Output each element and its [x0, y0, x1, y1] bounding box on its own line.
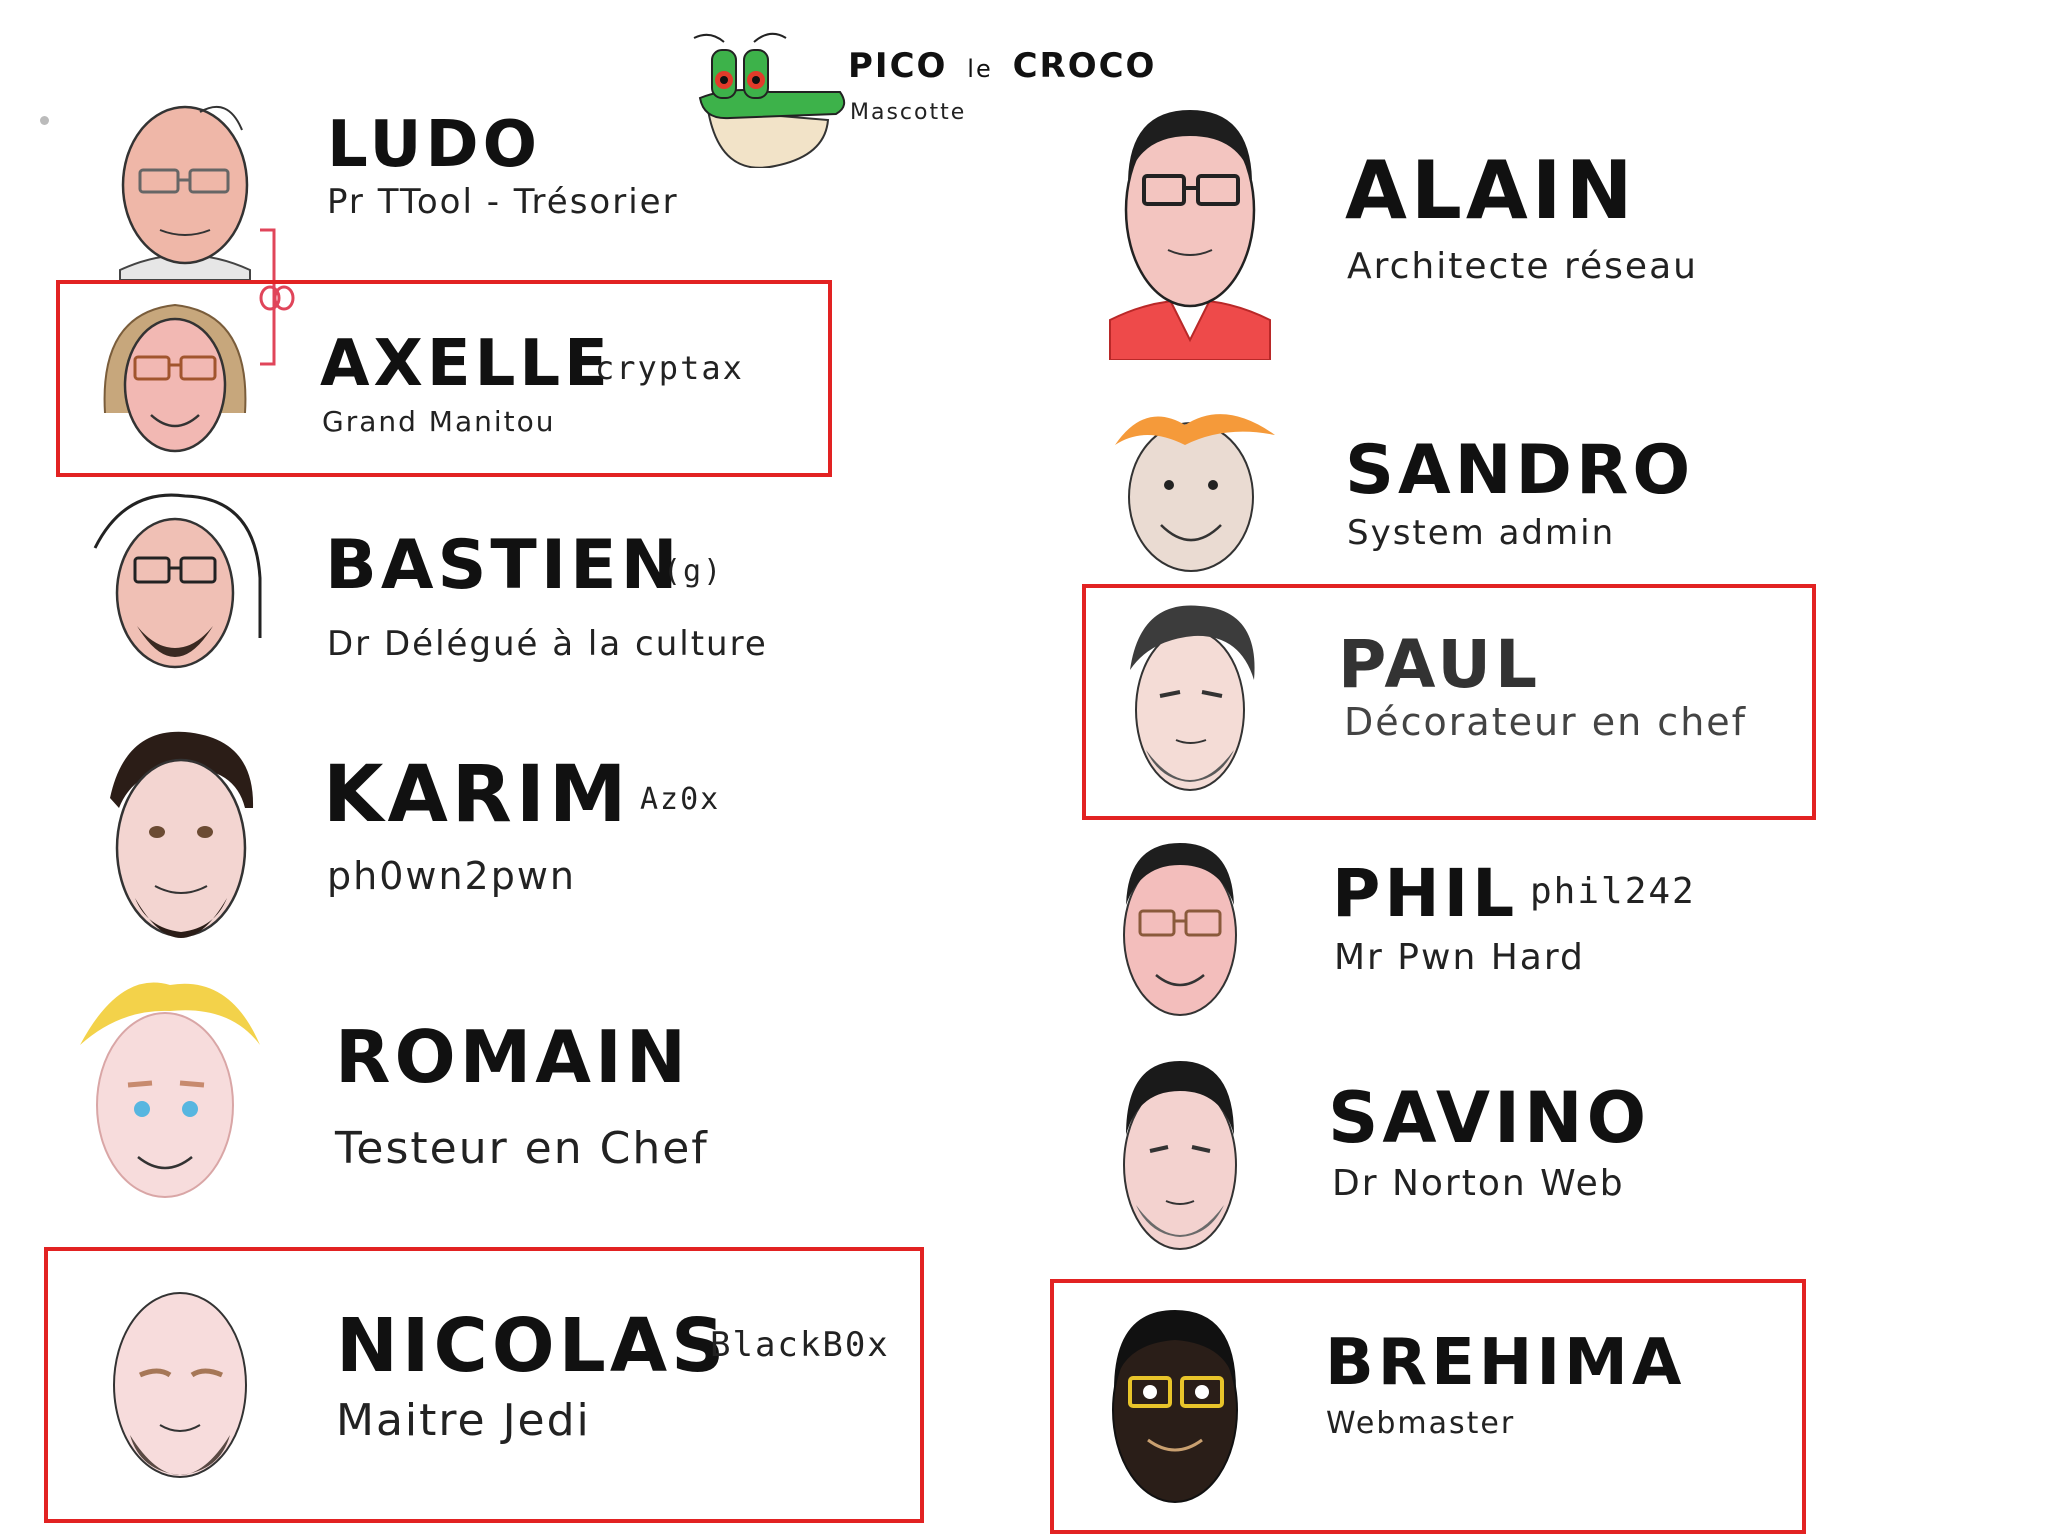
- member-ludo: LUDO Pr TTool - Trésorier: [100, 90, 700, 280]
- member-nickname: BlackB0x: [710, 1325, 890, 1365]
- cartoon-face-icon: [1109, 110, 1271, 360]
- member-name: PAUL: [1338, 626, 1542, 703]
- member-role: Webmaster: [1326, 1406, 1516, 1441]
- member-name: LUDO: [327, 108, 541, 182]
- cartoon-face-icon: [1123, 843, 1237, 1016]
- cartoon-face-icon: [1123, 1061, 1237, 1250]
- cartoon-face-icon: [103, 303, 247, 453]
- mascot-first-name: PICO: [848, 46, 948, 86]
- cartoon-face-icon: [1130, 605, 1255, 791]
- member-role: ph0wn2pwn: [327, 854, 577, 898]
- member-alain: ALAIN Architecte réseau: [1100, 100, 1720, 360]
- member-role: Testeur en Chef: [335, 1123, 709, 1174]
- member-role: Architecte réseau: [1347, 246, 1698, 287]
- cartoon-face-icon: [113, 1292, 247, 1478]
- member-brehima: BREHIMA Webmaster: [1100, 1300, 1740, 1520]
- crocodile-mascot-icon: [693, 32, 846, 168]
- member-role: Décorateur en chef: [1344, 700, 1748, 744]
- member-name: PHIL: [1332, 855, 1519, 932]
- cartoon-face-icon: [80, 982, 260, 1198]
- cartoon-face-icon: [1112, 1310, 1238, 1503]
- mascot-middle-name: le: [967, 55, 993, 83]
- member-romain: ROMAIN Testeur en Chef: [60, 975, 800, 1220]
- member-role: System admin: [1347, 513, 1616, 553]
- cartoon-face-icon: [110, 731, 254, 938]
- member-nicolas: NICOLAS BlackB0x Maitre Jedi: [100, 1275, 900, 1505]
- member-name: KARIM: [323, 750, 631, 840]
- member-sandro: SANDRO System admin: [1105, 405, 1725, 575]
- member-name: ALAIN: [1345, 144, 1637, 237]
- member-name: SANDRO: [1345, 431, 1695, 510]
- member-axelle: AXELLE cryptax Grand Manitou: [95, 293, 815, 463]
- member-name: BREHIMA: [1325, 1326, 1686, 1400]
- member-nickname: (g): [663, 554, 724, 589]
- member-karim: KARIM Az0x ph0wn2pwn: [95, 728, 815, 958]
- member-phil: PHIL phil242 Mr Pwn Hard: [1110, 835, 1730, 1025]
- member-name: AXELLE: [320, 327, 612, 401]
- member-role: Dr Délégué à la culture: [327, 624, 768, 664]
- member-name: BASTIEN: [325, 526, 682, 605]
- member-role: Dr Norton Web: [1332, 1163, 1625, 1204]
- mascot-role: Mascotte: [850, 100, 967, 125]
- mascot: PICO le CROCO Mascotte: [690, 28, 1154, 168]
- mascot-last-name: CROCO: [1012, 46, 1157, 86]
- member-savino: SAVINO Dr Norton Web: [1110, 1055, 1730, 1255]
- member-role: Maitre Jedi: [336, 1395, 591, 1446]
- cartoon-face-icon: [93, 493, 262, 669]
- member-name: NICOLAS: [336, 1303, 729, 1389]
- member-name: SAVINO: [1328, 1077, 1651, 1159]
- member-nickname: Az0x: [640, 782, 721, 817]
- cartoon-face-icon: [1115, 414, 1275, 572]
- member-role: Grand Manitou: [322, 405, 556, 438]
- member-name: ROMAIN: [335, 1015, 691, 1099]
- decorative-dot: [40, 116, 49, 125]
- member-paul: PAUL Décorateur en chef: [1120, 600, 1745, 800]
- member-nickname: cryptax: [595, 349, 744, 387]
- member-role: Pr TTool - Trésorier: [327, 182, 679, 222]
- member-bastien: BASTIEN (g) Dr Délégué à la culture: [85, 488, 805, 688]
- member-role: Mr Pwn Hard: [1334, 937, 1585, 978]
- member-nickname: phil242: [1530, 871, 1696, 912]
- cartoon-face-icon: [119, 105, 251, 280]
